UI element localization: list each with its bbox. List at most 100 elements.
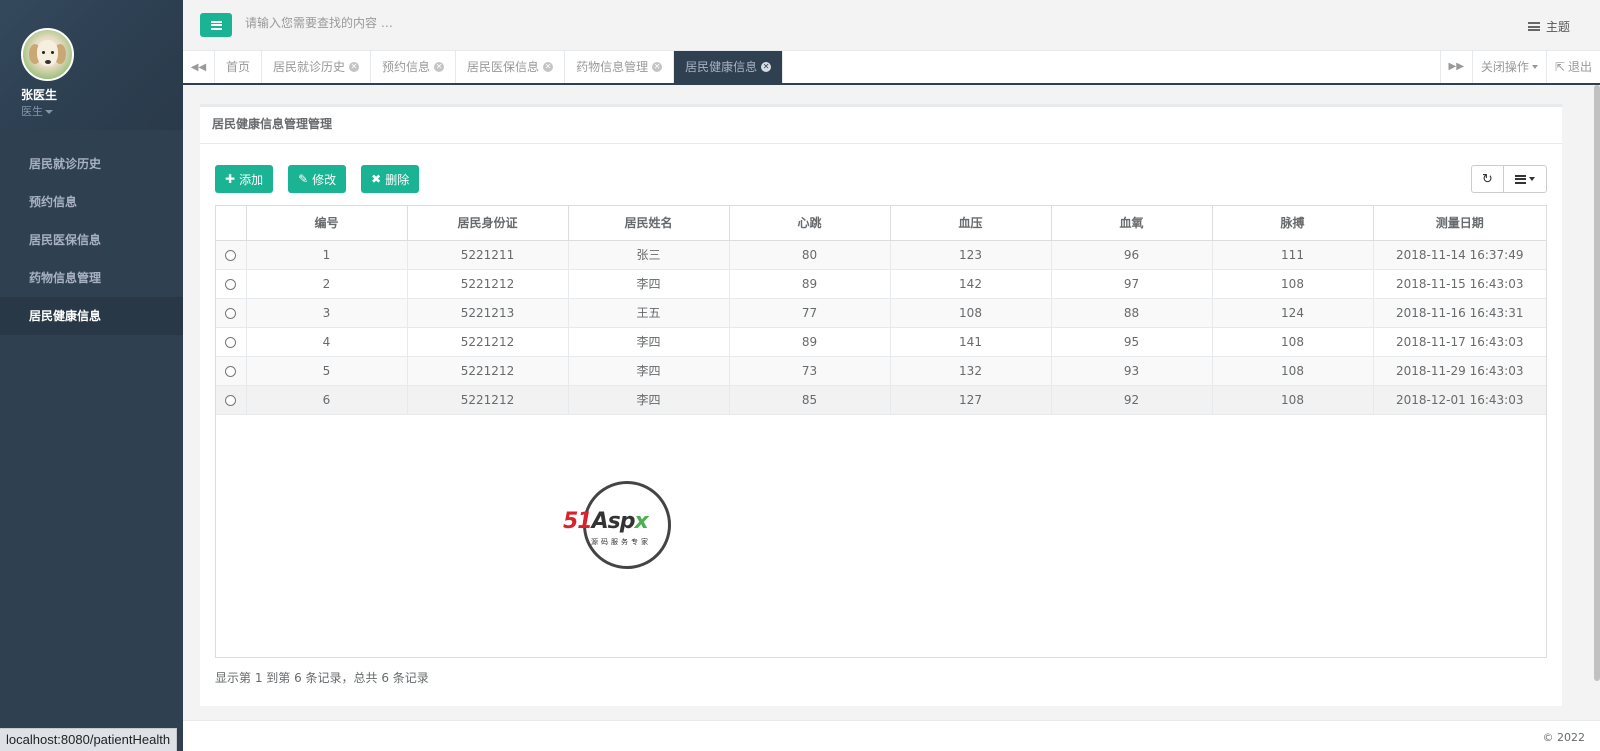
radio-button[interactable] [225,394,237,406]
logout-button[interactable]: ⇱ 退出 [1545,51,1600,83]
search-input[interactable] [245,16,545,30]
sidebar-item-appointments[interactable]: 预约信息 [0,183,183,221]
sidebar-item-medicine[interactable]: 药物信息管理 [0,259,183,297]
table-cell: 89 [729,269,891,299]
menu-toggle-button[interactable] [200,13,232,37]
watermark-subtitle: 源码服务专家 [591,538,651,546]
sidebar-nav: 居民就诊历史 预约信息 居民医保信息 药物信息管理 居民健康信息 [0,145,183,335]
sidebar-item-health-info[interactable]: 居民健康信息 [0,297,183,335]
table-cell: 142 [890,269,1052,299]
tab-actions: ▶▶ 关闭操作 ⇱ 退出 [1439,51,1600,83]
row-select[interactable] [216,385,247,415]
avatar[interactable] [21,28,74,81]
radio-button[interactable] [225,249,237,261]
tab-scroll-left-button[interactable]: ◀◀ [183,51,215,83]
tab-visit-history[interactable]: 居民就诊历史 ✕ [262,51,372,83]
column-header[interactable]: 脉搏 [1212,206,1374,241]
table-row[interactable]: 4 5221212 李四 89 141 95 108 2018-11-17 16… [216,327,1546,357]
table-cell: 1 [246,240,408,270]
column-header[interactable]: 血压 [890,206,1052,241]
radio-button[interactable] [225,278,237,290]
table-cell: 95 [1051,327,1213,357]
columns-toggle-button[interactable] [1504,165,1547,193]
select-column-header [216,206,247,241]
sidebar-item-visit-history[interactable]: 居民就诊历史 [0,145,183,183]
close-icon[interactable]: ✕ [652,62,663,72]
add-label: 添加 [239,172,264,187]
column-header[interactable]: 编号 [246,206,408,241]
table-cell: 2018-12-01 16:43:03 [1373,385,1546,415]
table-cell: 2018-11-15 16:43:03 [1373,269,1546,299]
table-row[interactable]: 6 5221212 李四 85 127 92 108 2018-12-01 16… [216,385,1546,415]
browser-status-url: localhost:8080/patientHealth [0,728,178,751]
table-toolbar: ✚ 添加 ✎ 修改 ✖ 删除 [215,165,420,193]
close-icon[interactable]: ✕ [434,62,445,72]
user-role-dropdown[interactable]: 医生 [21,103,183,119]
radio-button[interactable] [225,307,237,319]
close-operations-dropdown[interactable]: 关闭操作 [1471,51,1546,83]
table-cell: 4 [246,327,408,357]
table-cell: 5221212 [407,356,569,386]
theme-button[interactable]: 主题 [1527,18,1570,35]
close-icon[interactable]: ✕ [349,62,360,72]
row-select[interactable] [216,298,247,328]
edit-icon: ✎ [298,172,309,186]
table-cell: 108 [1212,269,1374,299]
column-header[interactable]: 居民姓名 [568,206,730,241]
radio-button[interactable] [225,365,237,377]
close-operations-label: 关闭操作 [1480,60,1529,74]
table-cell: 2018-11-29 16:43:03 [1373,356,1546,386]
table-cell: 93 [1051,356,1213,386]
table-cell: 127 [890,385,1052,415]
watermark-logo: 51Aspx 源码服务专家 [563,481,683,571]
close-icon[interactable]: ✕ [761,62,772,72]
tab-scroll-right-button[interactable]: ▶▶ [1439,51,1472,83]
tab-appointments[interactable]: 预约信息 ✕ [371,51,457,83]
row-select[interactable] [216,356,247,386]
column-header[interactable]: 居民身份证 [407,206,569,241]
tab-label: 居民医保信息 [467,60,540,74]
delete-button[interactable]: ✖ 删除 [361,165,420,193]
edit-label: 修改 [312,172,337,187]
user-role-label: 医生 [21,105,43,118]
edit-button[interactable]: ✎ 修改 [288,165,347,193]
sidebar-item-insurance[interactable]: 居民医保信息 [0,221,183,259]
caret-down-icon [1531,65,1538,69]
caret-down-icon [45,110,53,114]
health-info-panel: 居民健康信息管理管理 ✚ 添加 ✎ 修改 ✖ 删除 ↻ 编号 居民身份证 居民姓名 心… [200,104,1562,706]
table-cell: 李四 [568,327,730,357]
table-cell: 6 [246,385,408,415]
add-button[interactable]: ✚ 添加 [215,165,274,193]
radio-button[interactable] [225,336,237,348]
page-scrollbar[interactable] [1594,85,1600,681]
tab-insurance[interactable]: 居民医保信息 ✕ [456,51,566,83]
table-cell: 5221212 [407,385,569,415]
table-row[interactable]: 3 5221213 王五 77 108 88 124 2018-11-16 16… [216,298,1546,328]
caret-down-icon [1529,177,1535,181]
close-icon[interactable]: ✕ [543,62,554,72]
column-header[interactable]: 测量日期 [1373,206,1546,241]
table-row[interactable]: 2 5221212 李四 89 142 97 108 2018-11-15 16… [216,269,1546,299]
table-cell: 73 [729,356,891,386]
sign-out-icon: ⇱ [1554,60,1565,74]
column-header[interactable]: 血氧 [1051,206,1213,241]
table-cell: 124 [1212,298,1374,328]
tab-medicine[interactable]: 药物信息管理 ✕ [565,51,675,83]
table-cell: 5221212 [407,327,569,357]
list-icon [1515,174,1526,184]
refresh-button[interactable]: ↻ [1471,165,1504,193]
table-row[interactable]: 5 5221212 李四 73 132 93 108 2018-11-29 16… [216,356,1546,386]
table-header-row: 编号 居民身份证 居民姓名 心跳 血压 血氧 脉搏 测量日期 [216,206,1546,241]
column-header[interactable]: 心跳 [729,206,891,241]
sidebar: 张医生 医生 居民就诊历史 预约信息 居民医保信息 药物信息管理 居民健康信息 [0,0,183,751]
table-cell: 96 [1051,240,1213,270]
row-select[interactable] [216,240,247,270]
tab-health-info[interactable]: 居民健康信息 ✕ [674,51,784,83]
table-cell: 85 [729,385,891,415]
table-row[interactable]: 1 5221211 张三 80 123 96 111 2018-11-14 16… [216,240,1546,270]
hamburger-icon [210,20,222,30]
tab-home[interactable]: 首页 [215,51,263,83]
row-select[interactable] [216,327,247,357]
row-select[interactable] [216,269,247,299]
table-cell: 5221211 [407,240,569,270]
